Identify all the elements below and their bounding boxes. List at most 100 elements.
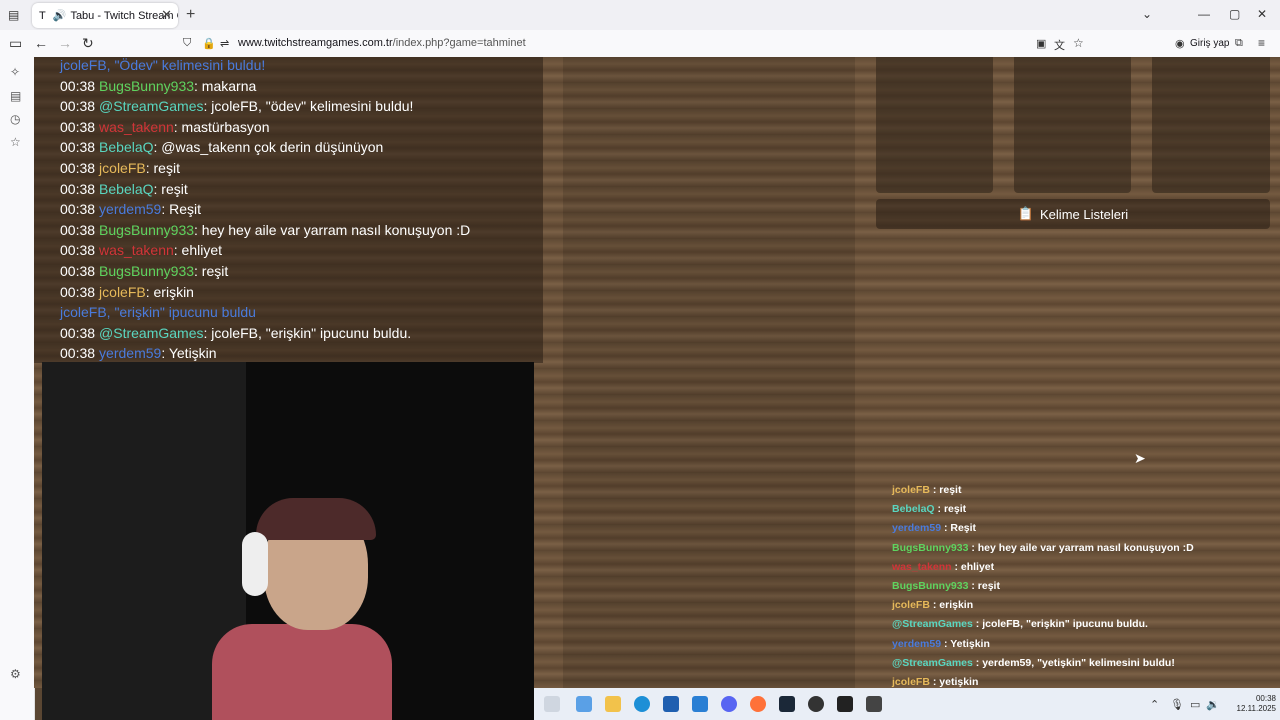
chat-username[interactable]: yerdem59 — [99, 345, 161, 361]
twitch-favicon-icon: T — [39, 9, 46, 22]
chat-username[interactable]: BebelaQ — [99, 181, 153, 197]
synced-tabs-icon[interactable]: ▤ — [10, 89, 21, 103]
game-chat-username: jcoleFB — [892, 484, 930, 496]
outlook-icon[interactable] — [692, 696, 708, 712]
steam-icon[interactable] — [779, 696, 795, 712]
game-chat-username: @StreamGames — [892, 618, 973, 631]
translate-icon[interactable]: 文 — [1054, 37, 1065, 53]
tab-list-icon[interactable]: ▤ — [8, 8, 19, 22]
chat-message: 00:38 BugsBunny933: makarna — [60, 78, 256, 94]
chat-username[interactable]: BugsBunny933 — [99, 222, 194, 238]
streamer-shirt — [212, 624, 392, 720]
chat-message: 00:38 @StreamGames: jcoleFB, "ödev" kelim… — [60, 98, 413, 114]
login-button[interactable]: Giriş yap — [1190, 38, 1229, 49]
chat-message: 00:38 jcoleFB: reşit — [60, 160, 180, 176]
app-icon[interactable] — [866, 696, 882, 712]
chat-message: jcoleFB, "Ödev" kelimesini buldu! — [60, 57, 265, 73]
chat-message: 00:38 BebelaQ: reşit — [60, 181, 188, 197]
chat-username[interactable]: jcoleFB — [99, 160, 146, 176]
game-chat-username: jcoleFB — [892, 599, 930, 612]
browser-sidebar: ✧ ▤ ◷ ☆ ⚙ — [0, 57, 35, 720]
store-icon[interactable] — [663, 696, 679, 712]
chat-message: jcoleFB, "erişkin" ipucunu buldu — [60, 304, 256, 320]
account-icon[interactable]: ◉ — [1175, 37, 1185, 50]
tab-tabu[interactable]: T 🔊 Tabu - Twitch Stream Games ✕ — [32, 3, 178, 28]
chat-username[interactable]: BugsBunny933 — [99, 263, 194, 279]
epic-games-icon[interactable] — [837, 696, 853, 712]
chat-text: : reşit — [194, 263, 229, 279]
game-chat-text: : yerdem59, "yetişkin" kelimesini buldu! — [972, 656, 1175, 669]
obs-icon[interactable] — [808, 696, 824, 712]
chat-username[interactable]: yerdem59 — [99, 201, 161, 217]
chat-timestamp: 00:38 — [60, 283, 96, 300]
audio-playing-icon[interactable]: 🔊 — [53, 9, 67, 22]
edge-icon[interactable] — [634, 696, 650, 712]
bookmarks-icon[interactable]: ☆ — [10, 135, 21, 149]
game-chat-username: was_takenn — [892, 560, 952, 573]
discord-icon[interactable] — [721, 696, 737, 712]
url-bar[interactable]: www.twitchstreamgames.com.tr/index.php?g… — [238, 37, 526, 49]
game-chat-username: BugsBunny933 — [892, 580, 969, 592]
mouse-cursor-icon: ➤ — [1134, 450, 1146, 466]
settings-gear-icon[interactable]: ⚙ — [10, 667, 21, 681]
chat-timestamp: 00:38 — [60, 242, 96, 259]
chat-username[interactable]: BugsBunny933 — [99, 78, 194, 94]
game-chat-username: yerdem59 — [892, 522, 942, 535]
chat-message: 00:38 BebelaQ: @was_takenn çok derin düşü… — [60, 139, 383, 155]
chat-text: : erişkin — [145, 283, 194, 300]
kelime-listeleri-label: Kelime Listeleri — [1040, 206, 1129, 222]
nav-bar: ▭ ← → ↻ ⛉ 🔒 ⇌ www.twitchstreamgames.com.… — [0, 30, 1280, 58]
history-icon[interactable]: ◷ — [10, 112, 20, 126]
chat-timestamp: 00:38 — [60, 118, 96, 135]
game-chat-message: yerdem59 : Reşit — [892, 522, 976, 534]
maximize-icon[interactable]: ▢ — [1229, 7, 1240, 21]
clock-date: 12.11.2025 — [1236, 704, 1276, 713]
file-explorer-icon[interactable] — [605, 696, 621, 712]
back-icon[interactable]: ← — [34, 35, 48, 51]
extensions-icon[interactable]: ⧉ — [1235, 37, 1243, 50]
chat-username[interactable]: jcoleFB, "erişkin" ipucunu buldu — [60, 304, 256, 320]
chat-username[interactable]: BebelaQ — [99, 139, 153, 155]
game-chat-text: : ehliyet — [951, 560, 995, 573]
stream-chat-overlay: jcoleFB, "Ödev" kelimesini buldu! 00:38 Bu… — [34, 57, 543, 363]
chat-text: : Reşit — [161, 201, 201, 218]
microphone-icon[interactable]: 🎙 — [1170, 698, 1184, 711]
lock-icon[interactable]: 🔒 — [202, 37, 216, 50]
close-tab-icon[interactable]: ✕ — [161, 7, 172, 23]
chat-username[interactable]: was_takenn — [99, 119, 174, 135]
chevron-down-icon[interactable]: ⌄ — [1142, 7, 1152, 21]
volume-icon[interactable]: 🔉 — [1206, 698, 1220, 711]
forward-icon[interactable]: → — [58, 35, 72, 51]
chat-username[interactable]: jcoleFB — [99, 284, 146, 300]
tray-chevron-icon[interactable]: ⌃ — [1150, 698, 1159, 711]
close-window-icon[interactable]: ✕ — [1257, 7, 1267, 21]
bookmark-star-icon[interactable]: ☆ — [1073, 36, 1084, 50]
chat-timestamp: 00:38 — [60, 139, 96, 156]
chat-username[interactable]: @StreamGames — [99, 325, 203, 341]
shield-icon[interactable]: ⛉ — [183, 37, 191, 50]
new-tab-icon[interactable]: + — [186, 6, 195, 24]
chat-username[interactable]: jcoleFB, "Ödev" kelimesini buldu! — [60, 57, 265, 73]
notepad-icon: 📋 — [1017, 206, 1035, 221]
chat-username[interactable]: @StreamGames — [99, 98, 203, 114]
system-clock[interactable]: 00:38 12.11.2025 — [1222, 694, 1276, 714]
chat-timestamp: 00:38 — [60, 98, 96, 115]
reader-view-icon[interactable]: ▣ — [1036, 37, 1046, 50]
network-icon[interactable]: ▭ — [1190, 698, 1200, 711]
game-chat-message: BugsBunny933 : hey hey aile var yarram n… — [892, 542, 1194, 554]
copilot-icon[interactable] — [576, 696, 592, 712]
chat-text: : makarna — [194, 77, 257, 94]
menu-icon[interactable]: ≡ — [1258, 36, 1265, 50]
firefox-icon[interactable] — [750, 696, 766, 712]
chat-username[interactable]: was_takenn — [99, 242, 174, 258]
game-chat-text: : erişkin — [929, 599, 974, 612]
game-chat-text: : Yetişkin — [941, 637, 990, 650]
kelime-listeleri-button[interactable]: 📋 Kelime Listeleri — [876, 199, 1270, 229]
game-chat-message: yerdem59 : Yetişkin — [892, 638, 990, 650]
reload-icon[interactable]: ↻ — [82, 35, 94, 52]
permissions-icon[interactable]: ⇌ — [220, 37, 229, 50]
ai-sparkle-icon[interactable]: ✧ — [10, 65, 20, 79]
sidebar-toggle-icon[interactable]: ▭ — [9, 35, 22, 52]
minimize-icon[interactable]: — — [1198, 7, 1210, 21]
taskbar-app-icon[interactable] — [544, 696, 560, 712]
